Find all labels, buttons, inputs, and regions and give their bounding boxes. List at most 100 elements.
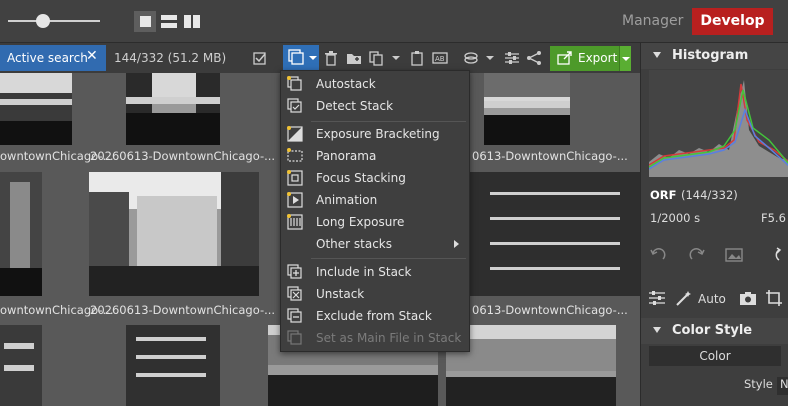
active-search-label: Active search: [7, 51, 88, 65]
selection-count: 144/332 (51.2 MB): [114, 51, 227, 65]
style-select[interactable]: N: [777, 377, 788, 395]
menu-item-panorama[interactable]: Panorama: [281, 145, 469, 167]
chevron-down-icon[interactable]: [482, 50, 498, 66]
focus-stacking-icon: [287, 170, 303, 186]
thumbnail-image[interactable]: [446, 325, 616, 406]
share-icon[interactable]: [526, 50, 542, 66]
aperture: F5.6: [761, 211, 786, 225]
menu-item-label: Exposure Bracketing: [316, 127, 440, 141]
menu-item-long-exposure[interactable]: Long Exposure: [281, 211, 469, 233]
menu-item-label: Detect Stack: [316, 99, 394, 113]
manager-tab[interactable]: Manager: [622, 13, 683, 29]
color-style-header[interactable]: Color Style: [641, 318, 788, 344]
menu-item-label: Animation: [316, 193, 378, 207]
thumbnail-size-slider[interactable]: [8, 20, 100, 22]
color-mode-button[interactable]: Color: [649, 346, 781, 366]
copy-icon[interactable]: [368, 50, 384, 66]
menu-item-other-stacks[interactable]: Other stacks: [281, 233, 469, 255]
menu-item-unstack[interactable]: Unstack: [281, 283, 469, 305]
split-view-button[interactable]: [158, 11, 180, 32]
split-view-icon: [161, 15, 177, 28]
right-panel: Histogram ORF (144/332) 1/2000 s F5.6 Au…: [640, 43, 788, 406]
set-main-file-icon: [287, 330, 302, 345]
close-icon[interactable]: ✕: [86, 48, 98, 64]
new-folder-icon[interactable]: [346, 50, 362, 66]
stack-icon: [288, 49, 317, 65]
collapse-icon: [653, 52, 661, 58]
grid-view-button[interactable]: [134, 11, 156, 32]
thumbnail-image[interactable]: [0, 172, 42, 296]
rename-icon[interactable]: AB: [432, 50, 448, 66]
menu-item-label: Unstack: [316, 287, 365, 301]
chevron-down-icon[interactable]: [388, 50, 404, 66]
image-icon[interactable]: [725, 248, 743, 262]
slider-handle[interactable]: [36, 14, 50, 28]
auto-label[interactable]: Auto: [698, 292, 726, 306]
panorama-icon: [287, 148, 303, 162]
thumbnail-image[interactable]: [470, 172, 640, 296]
develop-tab[interactable]: Develop: [692, 8, 773, 35]
settings-sliders-icon[interactable]: [504, 50, 520, 66]
histogram-graph: [649, 70, 788, 177]
export-button[interactable]: Export: [550, 46, 631, 71]
export-icon: [557, 51, 572, 65]
thumbnail-caption: 0613-DowntownChicago-...: [472, 149, 628, 163]
rotate-icon[interactable]: [771, 247, 788, 263]
menu-item-label: Autostack: [316, 77, 376, 91]
menu-item-exposure-bracketing[interactable]: Exposure Bracketing: [281, 123, 469, 145]
camera-icon[interactable]: [739, 291, 757, 306]
autostack-icon: [287, 76, 302, 91]
menu-separator: [311, 258, 466, 259]
file-format: ORF: [650, 188, 677, 202]
adjustments-icon[interactable]: [648, 290, 666, 306]
trash-icon[interactable]: [323, 50, 339, 66]
export-label: Export: [578, 51, 618, 65]
thumbnail-image[interactable]: [126, 325, 220, 406]
menu-item-label: Long Exposure: [316, 215, 405, 229]
include-in-stack-icon: [287, 264, 302, 279]
thumbnail-caption: 0613-DowntownChicago-...: [472, 303, 628, 317]
toolbar: Active search ✕ 144/332 (51.2 MB) AB Exp…: [0, 43, 640, 73]
thumbnail-image[interactable]: [89, 172, 259, 296]
histogram-header[interactable]: Histogram: [641, 43, 788, 69]
magic-wand-icon[interactable]: [675, 289, 695, 307]
thumbnail-image[interactable]: [126, 73, 220, 145]
export-options-button[interactable]: [619, 46, 631, 71]
menu-item-label: Include in Stack: [316, 265, 412, 279]
menu-item-label: Exclude from Stack: [316, 309, 432, 323]
grid-view-icon: [140, 16, 151, 27]
stack-dropdown-menu: Autostack Detect Stack Exposure Bracketi…: [280, 70, 470, 352]
menu-item-animation[interactable]: Animation: [281, 189, 469, 211]
batch-icon[interactable]: [463, 50, 479, 66]
menu-item-label: Other stacks: [316, 237, 392, 251]
svg-text:AB: AB: [435, 55, 445, 63]
active-search-chip[interactable]: Active search ✕: [0, 45, 106, 71]
redo-icon[interactable]: [688, 247, 706, 263]
menu-item-autostack[interactable]: Autostack: [281, 73, 469, 95]
paste-icon[interactable]: [409, 50, 425, 66]
animation-icon: [287, 192, 303, 208]
menu-item-exclude-from-stack[interactable]: Exclude from Stack: [281, 305, 469, 327]
color-style-title: Color Style: [672, 323, 753, 338]
undo-icon[interactable]: [649, 247, 667, 263]
exclude-from-stack-icon: [287, 308, 302, 323]
menu-item-label: Panorama: [316, 149, 377, 163]
thumbnail-caption: 20260613-DowntownChicago-...: [90, 303, 276, 317]
crop-icon[interactable]: [765, 289, 783, 307]
thumbnail-image[interactable]: [0, 325, 42, 406]
menu-item-label: Focus Stacking: [316, 171, 406, 185]
compare-view-icon: [184, 15, 200, 28]
menu-item-include-in-stack[interactable]: Include in Stack: [281, 261, 469, 283]
stack-menu-button[interactable]: [283, 45, 319, 71]
unstack-icon: [287, 286, 302, 301]
compare-view-button[interactable]: [182, 11, 204, 32]
long-exposure-icon: [287, 214, 303, 230]
exposure-bracketing-icon: [287, 126, 303, 142]
file-index: (144/332): [681, 188, 738, 202]
select-all-icon[interactable]: [252, 50, 268, 66]
menu-item-detect-stack[interactable]: Detect Stack: [281, 95, 469, 117]
thumbnail-image[interactable]: [484, 73, 570, 145]
menu-item-label: Set as Main File in Stack: [316, 331, 462, 345]
thumbnail-image[interactable]: [0, 73, 72, 145]
menu-item-focus-stacking[interactable]: Focus Stacking: [281, 167, 469, 189]
